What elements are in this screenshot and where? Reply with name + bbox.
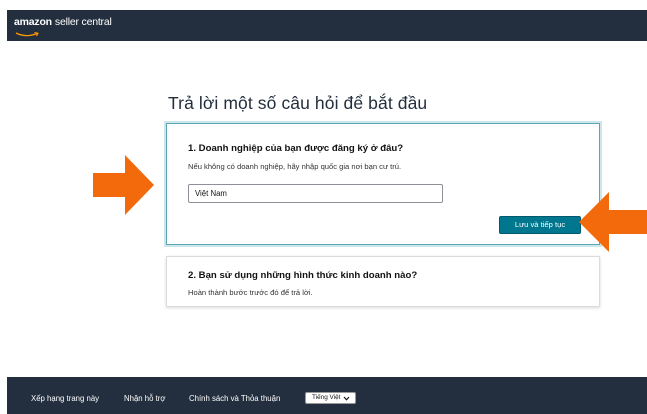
footer: Xếp hạng trang này Nhận hỗ trợ Chính sác… <box>7 377 647 414</box>
step-1-title: 1. Doanh nghiệp của bạn được đăng ký ở đ… <box>188 143 404 154</box>
orange-arrow-right-icon <box>93 155 154 215</box>
country-input[interactable] <box>188 184 443 203</box>
amazon-smile-icon <box>15 32 39 37</box>
step-2-card: 2. Bạn sử dụng những hình thức kinh doan… <box>166 256 600 307</box>
logo-product: seller central <box>54 16 112 28</box>
page-title: Trả lời một số câu hỏi để bắt đầu <box>168 93 428 113</box>
rate-this-page-link[interactable]: Xếp hạng trang này <box>31 394 99 403</box>
language-select[interactable]: Tiếng Việt <box>305 392 356 404</box>
policies-agreements-link[interactable]: Chính sách và Thỏa thuận <box>189 394 280 403</box>
step-2-subtitle: Hoàn thành bước trước đó để trả lời. <box>188 288 313 297</box>
step-1-subtitle: Nếu không có doanh nghiệp, hãy nhập quốc… <box>188 162 402 171</box>
step-2-title: 2. Bạn sử dụng những hình thức kinh doan… <box>188 270 418 281</box>
logo-brand: amazon <box>14 16 52 28</box>
amazon-seller-central-logo[interactable]: amazon seller central <box>14 16 112 37</box>
orange-arrow-left-icon <box>579 192 647 252</box>
language-select-value: Tiếng Việt <box>312 394 341 401</box>
save-and-continue-button[interactable]: Lưu và tiếp tục <box>499 216 581 234</box>
step-1-card: 1. Doanh nghiệp của bạn được đăng ký ở đ… <box>166 123 600 245</box>
top-nav-bar: amazon seller central <box>7 10 647 41</box>
page-frame: amazon seller central Trả lời một số câu… <box>7 10 647 414</box>
chevron-down-icon <box>343 396 350 401</box>
get-help-link[interactable]: Nhận hỗ trợ <box>124 394 166 403</box>
